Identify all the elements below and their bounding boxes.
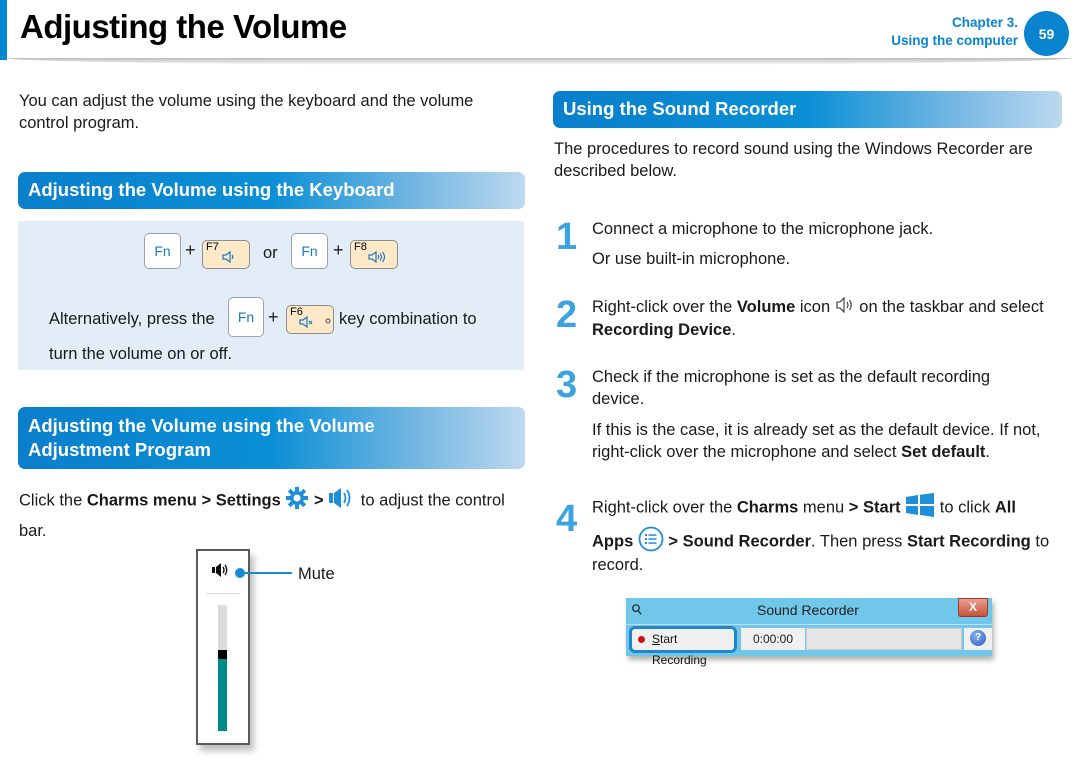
page-title: Adjusting the Volume (20, 8, 347, 45)
start-recording-label: Start Recording (907, 532, 1031, 551)
text: . (985, 443, 991, 461)
intro-paragraph: You can adjust the volume using the keyb… (19, 92, 474, 132)
close-button[interactable]: X (958, 598, 988, 617)
fn-key: Fn (291, 233, 328, 269)
plus-sign: + (268, 307, 279, 327)
f7-key-label: F7 (206, 241, 219, 253)
step-1-text: Connect a microphone to the microphone j… (592, 220, 934, 238)
text: to adjust the control (356, 491, 505, 510)
text: icon (795, 298, 835, 316)
text: . Then press (811, 532, 907, 551)
f8-key: F8 (350, 240, 398, 269)
set-default-label: Set default (901, 443, 986, 461)
microphone-icon: ⚲ (627, 599, 646, 619)
step-1-text-line2: Or use built-in microphone. (592, 250, 791, 268)
charms-instruction-line2: bar. (19, 522, 47, 540)
separator: > (196, 491, 216, 510)
step-2-text: Right-click over the Volume icon on the … (592, 296, 1067, 341)
text: to (1030, 532, 1050, 551)
sound-recorder-window: ⚲ Sound Recorder X Start Recording 0:00:… (626, 598, 992, 667)
settings-label: Settings (215, 491, 281, 510)
mute-callout-line (240, 572, 292, 574)
chapter-title: Using the computer (891, 33, 1018, 48)
step-number: 2 (556, 294, 578, 336)
header-divider (7, 58, 1072, 65)
all-label: All (994, 498, 1016, 517)
plus-sign: + (333, 240, 344, 260)
gear-icon (285, 486, 309, 516)
sound-recorder-label: > Sound Recorder (663, 532, 811, 551)
step-4-text-line2: Apps > Sound Recorder. Then press Start … (592, 526, 1049, 558)
charms-menu-label: Charms menu (86, 491, 197, 510)
step-number: 4 (556, 498, 578, 540)
step-number: 3 (556, 364, 578, 406)
speaker-icon (328, 487, 356, 515)
text: Click the (19, 491, 87, 510)
accelerator-key: S (652, 632, 661, 646)
f8-key-label: F8 (354, 241, 367, 253)
elapsed-time: 0:00:00 (741, 628, 805, 650)
step-4-text-line3: record. (592, 556, 644, 574)
heading-line2: Adjustment Program (28, 439, 211, 460)
step-4-text: Right-click over the Charms menu > Start… (592, 493, 1016, 523)
step-number: 1 (556, 216, 578, 258)
taskbar-volume-icon (835, 296, 855, 319)
text: to click (935, 498, 995, 517)
volume-label: Volume (736, 298, 796, 316)
button-label: tart Recording (652, 632, 707, 667)
charms-label: Charms (736, 498, 799, 517)
recorder-intro: The procedures to record sound using the… (554, 140, 1033, 180)
window-title: Sound Recorder (757, 602, 859, 618)
level-meter (806, 628, 962, 650)
plus-sign: + (185, 240, 196, 260)
title-bar: ⚲ Sound Recorder (626, 598, 992, 624)
chapter-label: Chapter 3. Using the computer (891, 14, 1018, 50)
volume-control-panel (196, 549, 250, 745)
volume-up-icon (368, 250, 386, 266)
section-heading-volume-program: Adjusting the Volume using the Volume Ad… (18, 407, 525, 469)
heading-line1: Adjusting the Volume using the Volume (28, 415, 375, 436)
text: on the taskbar and select (854, 298, 1044, 316)
alt-text-after: key combination to (339, 310, 477, 328)
chapter-number: Chapter 3. (951, 15, 1018, 30)
text: Right-click over the (592, 298, 737, 316)
section-heading-sound-recorder: Using the Sound Recorder (553, 91, 1062, 128)
volume-slider[interactable] (218, 605, 227, 731)
help-icon[interactable]: ? (970, 630, 986, 646)
mute-icon (299, 315, 331, 331)
fn-key: Fn (144, 233, 181, 269)
speaker-mute-button-icon[interactable] (212, 563, 232, 582)
step-3-text: Check if the microphone is set as the de… (592, 368, 991, 408)
recording-device-label: Recording Device (592, 320, 732, 339)
page-number-badge: 59 (1024, 11, 1069, 56)
text: menu (798, 498, 849, 517)
volume-slider-fill (218, 659, 227, 731)
start-label: > Start (848, 498, 901, 517)
alt-text-line2: turn the volume on or off. (49, 345, 233, 363)
step-3-note: If this is the case, it is already set a… (592, 419, 1067, 463)
text: . (731, 320, 736, 339)
separator: > (313, 491, 329, 510)
section-heading-keyboard: Adjusting the Volume using the Keyboard (18, 172, 525, 209)
volume-down-icon (222, 250, 236, 266)
start-recording-button[interactable]: Start Recording (629, 626, 737, 667)
windows-start-icon (905, 493, 935, 523)
or-text: or (263, 244, 278, 262)
mute-label: Mute (298, 565, 335, 583)
panel-divider (206, 593, 240, 594)
charms-instruction: Click the Charms menu > Settings > to ad… (19, 486, 534, 516)
f6-key: F6 (286, 305, 334, 334)
header-accent-bar (0, 0, 7, 60)
f7-key: F7 (202, 240, 250, 269)
mute-callout-dot (235, 568, 245, 578)
text: Right-click over the (592, 498, 737, 517)
fn-key: Fn (228, 297, 264, 337)
alt-text-before: Alternatively, press the (49, 310, 215, 328)
volume-slider-thumb[interactable] (218, 650, 227, 659)
apps-label: Apps (592, 532, 634, 551)
